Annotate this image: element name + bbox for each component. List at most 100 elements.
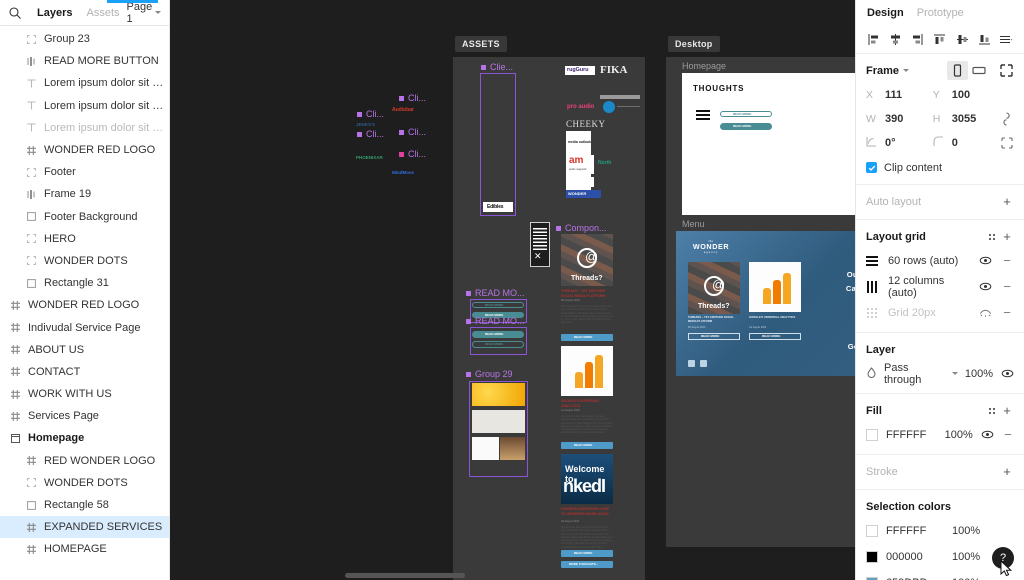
fill-row[interactable]: FFFFFF 100% − <box>866 424 1014 445</box>
hamburger-icon[interactable] <box>696 110 710 120</box>
component-label-client-5[interactable]: Cli... <box>356 129 384 139</box>
y-field[interactable]: Y 100 <box>933 86 1000 103</box>
layer-row[interactable]: WONDER RED LOGO <box>0 294 169 316</box>
instagram-icon[interactable] <box>700 360 707 367</box>
layer-row[interactable]: WONDER RED LOGO <box>0 139 169 161</box>
remove-layout-grid-button[interactable]: − <box>1000 280 1014 293</box>
layers-list[interactable]: Group 23 READ MORE BUTTON Lorem ipsum dolo… <box>0 26 169 580</box>
component-label-group29[interactable]: Group 29 <box>465 369 513 379</box>
width-field[interactable]: W 390 <box>866 110 933 127</box>
fill-hex[interactable]: FFFFFF <box>886 429 937 441</box>
frame-label-menu-1[interactable]: Menu <box>682 219 705 229</box>
linkedin-icon[interactable] <box>688 360 695 367</box>
selection-color-hex[interactable]: FFFFFF <box>886 525 944 537</box>
fill-opacity[interactable]: 100% <box>945 429 973 441</box>
menu-nav-item[interactable]: Case Studies <box>846 282 855 297</box>
layer-row[interactable]: Lorem ipsum dolor sit am... <box>0 95 169 117</box>
tab-prototype[interactable]: Prototype <box>917 7 964 19</box>
align-bottom-icon[interactable] <box>977 32 992 47</box>
blend-mode-row[interactable]: Pass through 100% <box>866 362 1014 386</box>
landscape-icon[interactable] <box>968 61 989 80</box>
page-selector[interactable]: Page 1 <box>127 1 165 25</box>
selection-color-row[interactable]: FFFFFF 100% <box>866 520 1014 541</box>
frame-section-title[interactable]: Frame <box>866 65 910 77</box>
menu-thumbnail-ga[interactable] <box>749 262 801 312</box>
layer-row[interactable]: Indivudal Service Page <box>0 316 169 338</box>
tab-layers[interactable]: Layers <box>30 7 79 19</box>
constrain-proportions-icon[interactable] <box>1000 110 1014 127</box>
tab-assets[interactable]: Assets <box>79 7 126 19</box>
align-right-icon[interactable] <box>910 32 925 47</box>
layer-row[interactable]: EXPANDED SERVICES <box>0 516 169 539</box>
add-auto-layout-button[interactable]: + <box>1000 195 1014 208</box>
eye-off-icon[interactable] <box>978 306 992 319</box>
fill-swatch[interactable] <box>866 428 878 441</box>
layer-row[interactable]: RED WONDER LOGO <box>0 450 169 472</box>
frame-tag-desktop[interactable]: Desktop <box>668 36 720 52</box>
layer-row[interactable]: Rectangle 58 <box>0 494 169 516</box>
corner-radius-field[interactable]: 0 <box>933 134 1000 151</box>
menu-thumbnail-threads[interactable]: @ Threads? <box>688 262 740 314</box>
layer-row[interactable]: WONDER DOTS <box>0 472 169 494</box>
component-label-read-more-1[interactable]: READ MO... <box>465 288 525 298</box>
x-field[interactable]: X 111 <box>866 86 933 103</box>
layer-row[interactable]: WORK WITH US <box>0 383 169 405</box>
layer-row[interactable]: ABOUT US <box>0 339 169 361</box>
rotation-field[interactable]: 0° <box>866 134 933 151</box>
component-label-read-more-2[interactable]: READ MO... <box>465 316 525 326</box>
frame-tag-assets[interactable]: ASSETS <box>455 36 507 52</box>
eye-icon[interactable] <box>1000 367 1014 380</box>
selection-color-swatch[interactable] <box>866 524 878 537</box>
layout-grid-item[interactable]: 60 rows (auto) − <box>866 250 1014 271</box>
layer-row[interactable]: Lorem ipsum dolor sit am... <box>0 72 169 94</box>
fit-to-screen-icon[interactable] <box>999 63 1014 78</box>
layout-grid-item[interactable]: 12 columns (auto) − <box>866 275 1014 299</box>
canvas[interactable]: ASSETS Desktop Clie... Edibles rugGuru F… <box>170 0 855 580</box>
menu-nav-item[interactable]: Blog <box>846 311 855 326</box>
component-label-client-4[interactable]: Cli... <box>398 127 426 137</box>
search-icon[interactable] <box>8 6 22 20</box>
layout-grid-item[interactable]: Grid 20px − <box>866 302 1014 323</box>
menu-nav-item[interactable]: Home <box>846 253 855 268</box>
layer-row[interactable]: Services Page <box>0 405 169 427</box>
component-label-client-3[interactable]: Cli... <box>356 109 384 119</box>
component-label-client-1[interactable]: Clie... <box>480 62 513 72</box>
align-left-icon[interactable] <box>866 32 881 47</box>
layer-opacity-value[interactable]: 100% <box>965 368 993 380</box>
menu-nav-item[interactable]: About us <box>846 297 855 312</box>
orientation-toggle[interactable] <box>947 61 989 80</box>
align-horizontal-center-icon[interactable] <box>888 32 903 47</box>
selection-color-hex[interactable]: 659DBD <box>886 577 944 580</box>
layer-row[interactable]: Rectangle 31 <box>0 272 169 294</box>
remove-fill-button[interactable]: − <box>1002 428 1014 441</box>
align-top-icon[interactable] <box>932 32 947 47</box>
add-fill-button[interactable]: + <box>1000 404 1014 417</box>
menu-nav-item[interactable]: Our Services <box>846 268 855 283</box>
menu-navigation[interactable]: HomeOur ServicesCase StudiesAbout usBlog… <box>846 253 855 355</box>
independent-corners-icon[interactable] <box>1000 134 1014 151</box>
align-vertical-center-icon[interactable] <box>955 32 970 47</box>
selection-color-hex[interactable]: 000000 <box>886 551 944 563</box>
menu-nav-item[interactable]: Get In Touch <box>846 340 855 355</box>
component-label-client-2[interactable]: Cli... <box>398 93 426 103</box>
menu-overlay-frame[interactable]: the WONDER agency ✕ @ Threads? THREADS –… <box>676 231 855 376</box>
selection-color-row[interactable]: 659DBD 100% <box>866 572 1014 580</box>
height-field[interactable]: H 3055 <box>933 110 1000 127</box>
frame-label-homepage-1[interactable]: Homepage <box>682 61 726 71</box>
clip-content-checkbox[interactable] <box>866 162 877 173</box>
layer-row[interactable]: Footer Background <box>0 206 169 228</box>
selection-color-swatch[interactable] <box>866 550 878 563</box>
homepage-thoughts-frame[interactable]: THOUGHTS READ MORE READ MORE <box>682 73 855 215</box>
layer-row[interactable]: READ MORE BUTTON <box>0 50 169 72</box>
remove-layout-grid-button[interactable]: − <box>1000 254 1014 267</box>
selection-color-swatch[interactable] <box>866 576 878 580</box>
layer-row[interactable]: CONTACT <box>0 361 169 383</box>
menu-nav-item[interactable]: Careers <box>846 326 855 341</box>
layer-row[interactable]: WONDER DOTS <box>0 250 169 272</box>
selection-color-opacity[interactable]: 100% <box>952 525 1014 537</box>
eye-icon[interactable] <box>978 254 992 267</box>
layer-row[interactable]: HOMEPAGE <box>0 538 169 560</box>
layer-row[interactable]: HERO <box>0 228 169 250</box>
add-stroke-button[interactable]: + <box>1000 465 1014 478</box>
eye-icon[interactable] <box>981 428 994 441</box>
